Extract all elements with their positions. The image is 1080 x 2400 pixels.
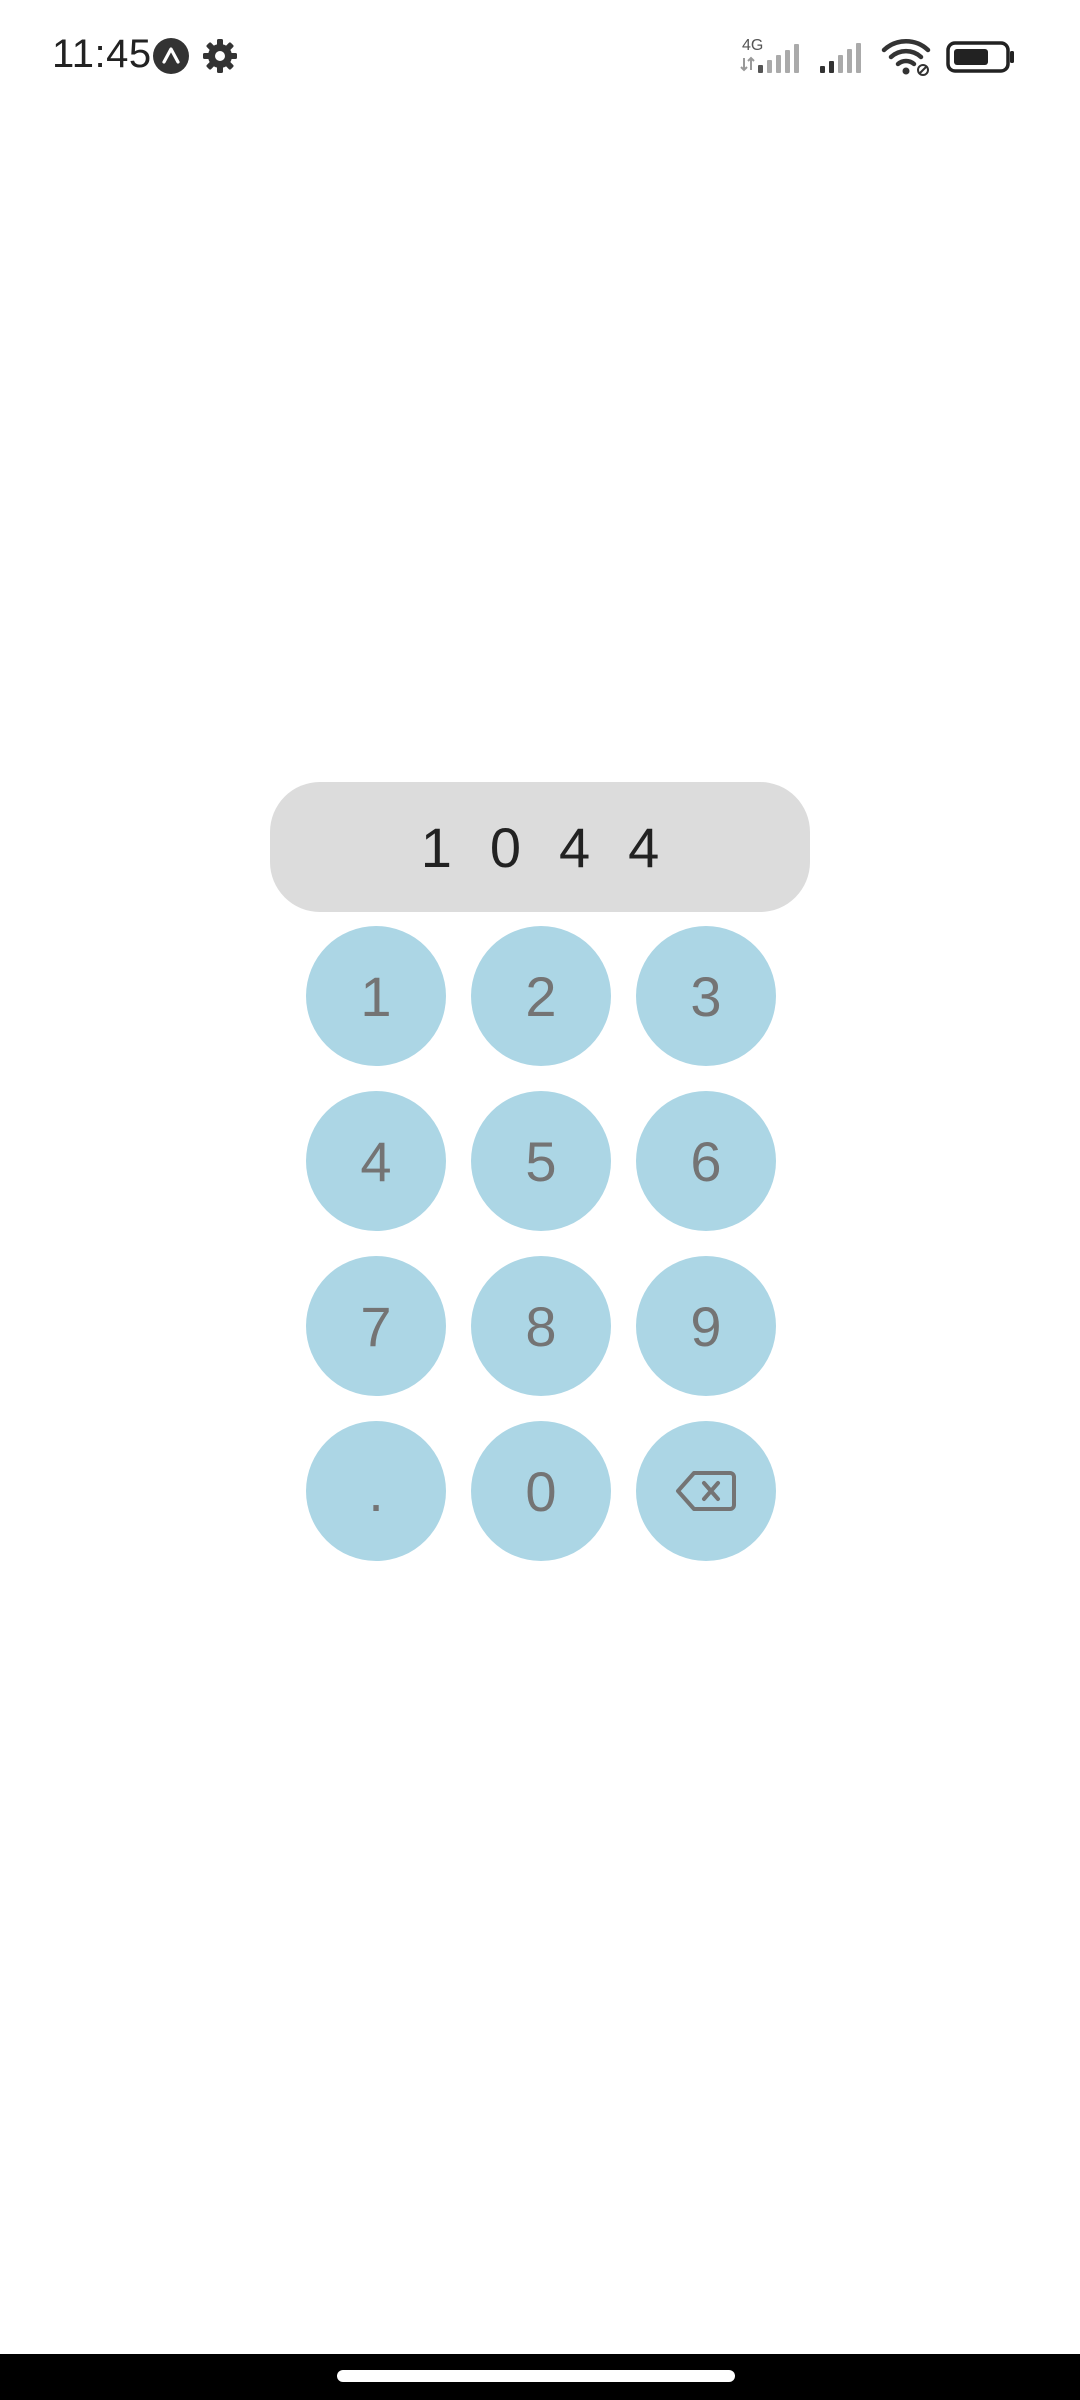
network-type-label: 4G — [742, 37, 763, 54]
battery-icon — [946, 41, 1014, 73]
wifi-icon — [881, 39, 931, 76]
navigation-bar — [0, 2354, 1080, 2400]
app-notification-icon — [153, 38, 189, 74]
key-decimal[interactable]: . — [306, 1421, 446, 1561]
key-2[interactable]: 2 — [471, 926, 611, 1066]
screen: 11:45 4G 1044 1 2 3 4 5 6 7 8 9 . 0 — [0, 0, 1080, 2400]
key-5[interactable]: 5 — [471, 1091, 611, 1231]
key-0[interactable]: 0 — [471, 1421, 611, 1561]
pin-display: 1044 — [270, 782, 810, 912]
backspace-button[interactable] — [636, 1421, 776, 1561]
key-3[interactable]: 3 — [636, 926, 776, 1066]
key-1[interactable]: 1 — [306, 926, 446, 1066]
status-time: 11:45 — [52, 32, 152, 76]
key-9[interactable]: 9 — [636, 1256, 776, 1396]
key-6[interactable]: 6 — [636, 1091, 776, 1231]
key-8[interactable]: 8 — [471, 1256, 611, 1396]
status-bar: 11:45 4G — [0, 0, 1080, 110]
key-7[interactable]: 7 — [306, 1256, 446, 1396]
backspace-icon — [676, 1471, 736, 1511]
cell-signal-icon — [820, 43, 861, 73]
home-indicator[interactable] — [337, 2370, 735, 2382]
numeric-keypad: 1 2 3 4 5 6 7 8 9 . 0 — [306, 926, 776, 1562]
gear-icon — [203, 39, 237, 73]
mobile-data-4g-icon: 4G — [740, 37, 799, 73]
pin-display-value: 1044 — [420, 815, 698, 879]
key-4[interactable]: 4 — [306, 1091, 446, 1231]
